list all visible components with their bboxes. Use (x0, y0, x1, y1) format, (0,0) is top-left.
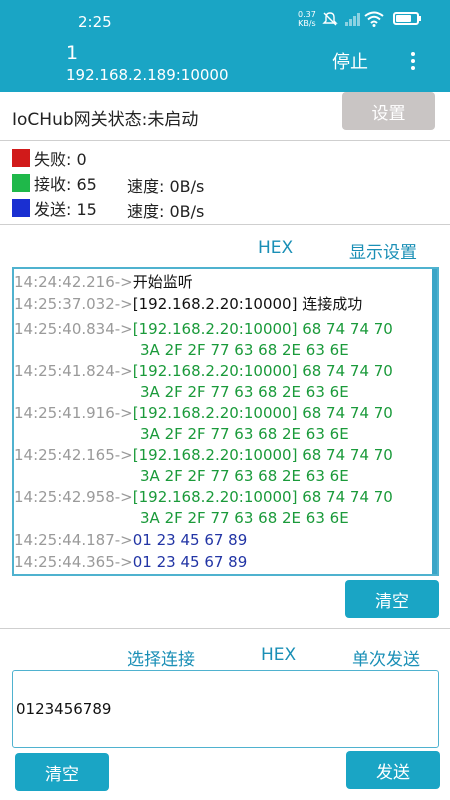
status-time: 2:25 (78, 13, 112, 31)
single-send-toggle[interactable]: 单次发送 (352, 645, 420, 670)
connection-address: 192.168.2.189:10000 (66, 66, 229, 84)
status-bar: 2:25 0.37 KB/s (0, 0, 450, 40)
send-count: 发送: 15 (34, 200, 97, 219)
select-connection-button[interactable]: 选择连接 (127, 645, 195, 670)
log-continuation: 3A 2F 2F 77 63 68 2E 63 6E (140, 383, 349, 401)
log-entry: 14:25:44.365->01 23 45 67 89 (14, 552, 247, 573)
recv-swatch (12, 174, 30, 192)
signal-icon (345, 13, 360, 26)
log-continuation: 3A 2F 2F 77 63 68 2E 63 6E (140, 467, 349, 485)
log-time: 14:25:44.187-> (14, 531, 133, 549)
log-text: [192.168.2.20:10000] 68 74 74 70 (132, 362, 393, 380)
recv-stat: 接收: 65 (12, 173, 97, 194)
send-swatch (12, 199, 30, 217)
log-entry: 14:25:42.958->[192.168.2.20:10000] 68 74… (14, 487, 393, 508)
log-time: 14:25:37.032-> (14, 295, 133, 313)
log-entry: 14:25:44.187->01 23 45 67 89 (14, 530, 247, 551)
log-hex-toggle[interactable]: HEX (258, 238, 293, 258)
log-entry: 14:25:41.824->[192.168.2.20:10000] 68 74… (14, 361, 393, 382)
send-button[interactable]: 发送 (346, 751, 440, 789)
battery-icon (393, 12, 421, 25)
log-time: 14:25:41.824-> (14, 362, 133, 380)
fail-stat: 失败: 0 (12, 148, 87, 169)
log-text: [192.168.2.20:10000] 68 74 74 70 (132, 488, 393, 506)
send-input[interactable] (12, 670, 439, 748)
stop-button[interactable]: 停止 (320, 47, 380, 75)
clear-log-button[interactable]: 清空 (345, 580, 439, 618)
log-text: [192.168.2.20:10000] 68 74 74 70 (132, 404, 393, 422)
log-continuation: 3A 2F 2F 77 63 68 2E 63 6E (140, 425, 349, 443)
log-panel[interactable]: 14:24:42.216->开始监听 14:25:37.032->[192.16… (12, 267, 439, 576)
log-entry: 14:25:40.834->[192.168.2.20:10000] 68 74… (14, 319, 393, 340)
app-bar: 2:25 0.37 KB/s 1 192.168.2.189:10000 停止 (0, 0, 450, 92)
net-speed-unit: KB/s (298, 19, 316, 28)
log-continuation: 3A 2F 2F 77 63 68 2E 63 6E (140, 341, 349, 359)
net-speed: 0.37 KB/s (298, 10, 316, 28)
recv-count: 接收: 65 (34, 175, 97, 194)
log-time: 14:25:44.365-> (14, 553, 133, 571)
log-text: 开始监听 (132, 273, 193, 291)
log-entry: 14:25:42.165->[192.168.2.20:10000] 68 74… (14, 445, 393, 466)
settings-button[interactable]: 设置 (342, 92, 435, 130)
log-time: 14:25:40.834-> (14, 320, 133, 338)
log-time: 14:25:42.958-> (14, 488, 133, 506)
fail-count: 失败: 0 (34, 150, 87, 169)
divider (0, 224, 450, 225)
send-speed: 速度: 0B/s (127, 202, 205, 221)
net-speed-value: 0.37 (298, 10, 316, 19)
clear-input-button[interactable]: 清空 (15, 753, 109, 791)
divider (0, 140, 450, 141)
divider (0, 628, 450, 629)
log-time: 14:25:42.165-> (14, 446, 133, 464)
display-settings-button[interactable]: 显示设置 (349, 238, 417, 263)
log-text: [192.168.2.20:10000] 连接成功 (132, 295, 363, 313)
log-entry: 14:24:42.216->开始监听 (14, 272, 193, 293)
wifi-icon (364, 11, 384, 27)
gateway-status: IoCHub网关状态:未启动 (12, 110, 199, 130)
more-options-icon[interactable] (403, 46, 423, 74)
log-time: 14:25:41.916-> (14, 404, 133, 422)
log-text: [192.168.2.20:10000] 68 74 74 70 (132, 320, 393, 338)
log-text: [192.168.2.20:10000] 68 74 74 70 (132, 446, 393, 464)
log-text: 01 23 45 67 89 (132, 531, 248, 549)
log-text: 01 23 45 67 89 (132, 553, 248, 571)
log-time: 14:24:42.216-> (14, 273, 133, 291)
log-entry: 14:25:37.032->[192.168.2.20:10000] 连接成功 (14, 294, 362, 315)
connection-title: 1 (66, 42, 79, 64)
recv-speed: 速度: 0B/s (127, 177, 205, 196)
log-scrollbar[interactable] (432, 269, 437, 574)
mute-icon (322, 12, 338, 26)
log-continuation: 3A 2F 2F 77 63 68 2E 63 6E (140, 509, 349, 527)
send-stat: 发送: 15 (12, 198, 97, 219)
fail-swatch (12, 149, 30, 167)
send-hex-toggle[interactable]: HEX (261, 645, 296, 665)
log-entry: 14:25:41.916->[192.168.2.20:10000] 68 74… (14, 403, 393, 424)
